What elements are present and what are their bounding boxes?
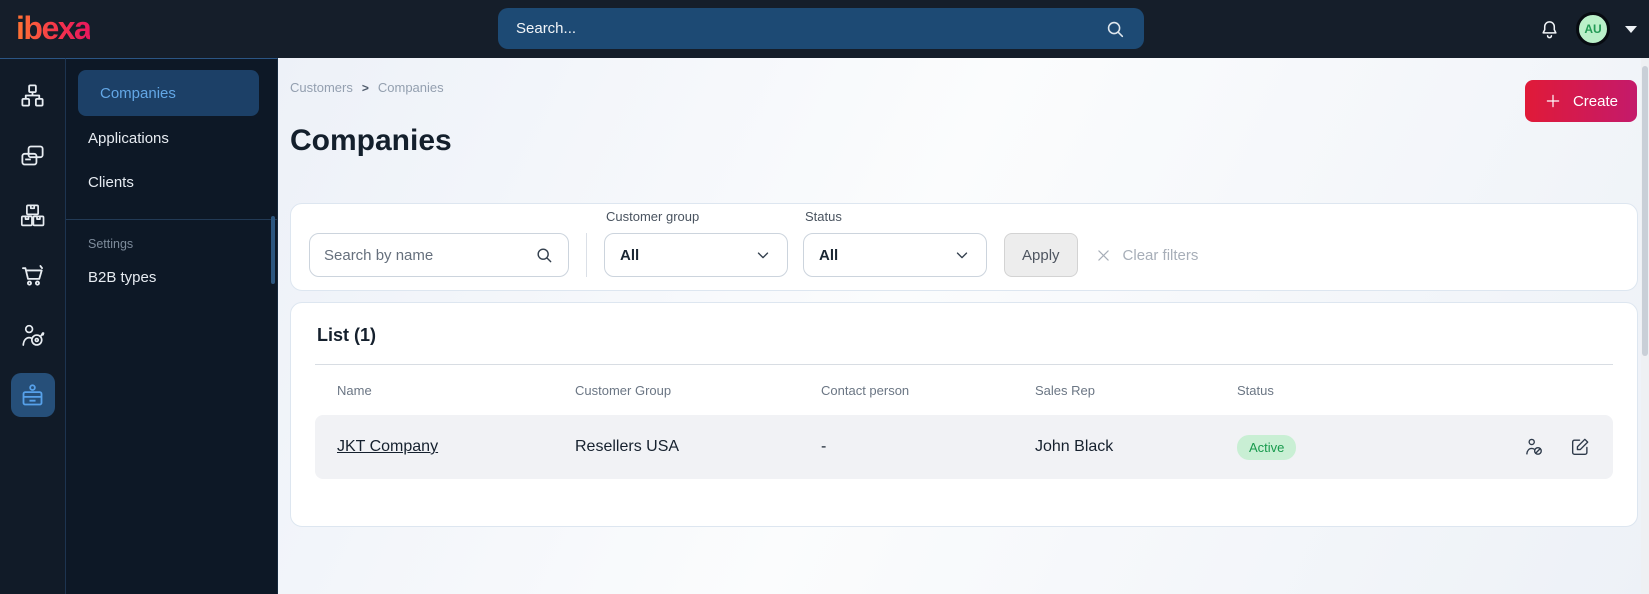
sidebar-item-label: Companies xyxy=(100,84,176,102)
name-search-field[interactable] xyxy=(309,233,569,277)
topbar: ibexa AU xyxy=(0,0,1649,58)
user-menu-chevron-icon[interactable] xyxy=(1625,25,1637,33)
column-header-name: Name xyxy=(337,382,372,398)
table-header-row: Name Customer Group Contact person Sales… xyxy=(315,365,1613,415)
filters-panel: Customer group All Status All Apply xyxy=(290,203,1638,291)
rail-item-customers[interactable] xyxy=(10,373,55,417)
page-scrollbar-thumb[interactable] xyxy=(1642,66,1648,356)
create-button-label: Create xyxy=(1572,92,1618,110)
apply-button[interactable]: Apply xyxy=(1004,233,1078,277)
ibexa-logo[interactable]: ibexa xyxy=(16,10,92,47)
notifications-bell-icon[interactable] xyxy=(1538,18,1561,41)
column-header-contact-person: Contact person xyxy=(821,382,910,398)
column-header-customer-group: Customer Group xyxy=(575,382,672,398)
user-avatar[interactable]: AU xyxy=(1576,12,1610,46)
rail-item-commerce[interactable] xyxy=(11,253,55,297)
name-search-input[interactable] xyxy=(324,246,526,264)
list-title: List (1) xyxy=(317,325,377,345)
cell-customer-group: Resellers USA xyxy=(575,438,680,455)
pages-icon xyxy=(21,145,44,165)
status-filter: Status All xyxy=(803,209,987,277)
table-row: JKT Company Resellers USA - John Black A… xyxy=(315,415,1613,479)
sidebar-scrollbar-thumb[interactable] xyxy=(271,216,275,284)
sidebar-item-applications[interactable]: Applications xyxy=(66,116,277,160)
sidebar-section-settings: Settings xyxy=(88,237,134,251)
search-icon[interactable] xyxy=(534,245,554,265)
sidebar-item-label: B2B types xyxy=(88,268,157,286)
chevron-down-icon xyxy=(956,252,968,259)
main-content: Customers > Companies Create Companies C… xyxy=(278,58,1649,594)
status-badge: Active xyxy=(1237,434,1297,460)
cell-sales-rep: John Black xyxy=(1035,438,1114,455)
global-search[interactable] xyxy=(498,8,1144,49)
cell-contact-person: - xyxy=(821,438,827,455)
app-rail xyxy=(0,58,66,594)
sidebar-item-label: Applications xyxy=(88,129,169,147)
boxes-icon xyxy=(20,204,45,226)
sidebar-item-b2b-types[interactable]: B2B types xyxy=(66,255,277,299)
target-user-icon xyxy=(22,324,45,346)
breadcrumb-customers[interactable]: Customers xyxy=(290,80,353,95)
status-label: Status xyxy=(805,209,842,224)
rail-item-marketing[interactable] xyxy=(11,313,55,357)
rail-item-content-tree[interactable] xyxy=(11,73,55,117)
rail-item-products[interactable] xyxy=(11,193,55,237)
sidebar-item-clients[interactable]: Clients xyxy=(66,160,277,204)
breadcrumb-separator: > xyxy=(361,80,369,95)
status-select[interactable]: All xyxy=(803,233,987,277)
customer-group-filter: Customer group All xyxy=(604,209,788,277)
org-chart-icon xyxy=(21,83,44,107)
topbar-actions: AU xyxy=(1538,0,1637,58)
plus-icon xyxy=(1546,94,1560,108)
customer-group-value: All xyxy=(620,246,640,264)
x-icon xyxy=(1097,249,1109,261)
page-title: Companies xyxy=(290,124,452,157)
global-search-input[interactable] xyxy=(516,20,1104,37)
rail-item-pages[interactable] xyxy=(11,133,55,177)
filters-divider xyxy=(586,233,587,277)
clear-filters-label: Clear filters xyxy=(1122,246,1199,264)
customer-group-label: Customer group xyxy=(606,209,700,224)
chevron-down-icon xyxy=(757,252,769,259)
company-name-link[interactable]: JKT Company xyxy=(337,438,438,455)
breadcrumb-current: Companies xyxy=(377,80,444,95)
edit-icon[interactable] xyxy=(1569,436,1591,458)
page-scrollbar[interactable] xyxy=(1641,58,1649,594)
sidebar-item-companies[interactable]: Companies xyxy=(78,70,259,116)
list-panel: List (1) Name Customer Group Contact per… xyxy=(290,302,1638,527)
create-button[interactable]: Create xyxy=(1524,80,1637,122)
secondary-sidebar: Companies Applications Clients Settings … xyxy=(66,58,278,594)
sidebar-item-label: Clients xyxy=(88,173,134,191)
status-value: All xyxy=(819,246,839,264)
id-badge-icon xyxy=(22,383,43,405)
cart-icon xyxy=(22,264,43,286)
clear-filters-button[interactable]: Clear filters xyxy=(1095,233,1199,277)
breadcrumb: Customers > Companies xyxy=(290,80,444,95)
search-icon[interactable] xyxy=(1104,18,1126,40)
column-header-sales-rep: Sales Rep xyxy=(1035,382,1095,398)
customer-group-select[interactable]: All xyxy=(604,233,788,277)
column-header-status: Status xyxy=(1237,382,1274,398)
deactivate-user-icon[interactable] xyxy=(1523,436,1545,458)
